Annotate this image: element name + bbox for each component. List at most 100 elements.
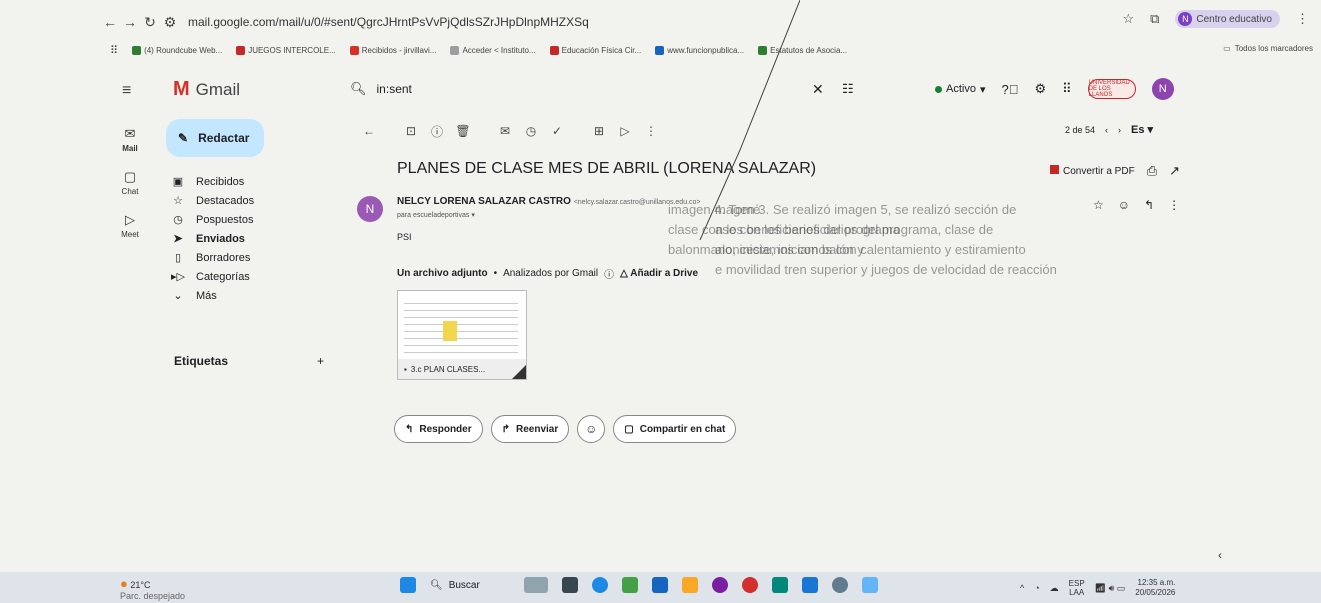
network-volume-battery[interactable]: 📶︎ 🔊︎ ▭: [1095, 583, 1126, 594]
sender-avatar: N: [357, 196, 383, 222]
tray-app-icon[interactable]: ◔: [1034, 583, 1039, 593]
clock[interactable]: 12:35 a.m. 20/05/2026: [1135, 578, 1175, 598]
forward-button[interactable]: ↱ Reenviar: [490, 415, 570, 443]
weather-widget[interactable]: ● 21°C Parc. despejado: [120, 576, 185, 601]
app-photo-icon[interactable]: [862, 577, 878, 593]
language-indicator[interactable]: ESP LAA: [1069, 579, 1085, 597]
bookmark-item[interactable]: JUEGOS INTERCOLE...: [236, 45, 336, 55]
input-tools-selector[interactable]: Es ▾: [1131, 123, 1153, 136]
attachment-thumbnail[interactable]: ▪ 3.c PLAN CLASES...: [397, 290, 527, 380]
archive-icon[interactable]: ⊡: [398, 124, 424, 138]
bookmark-item[interactable]: Recibidos - jirvillavi...: [349, 45, 436, 55]
all-bookmarks[interactable]: ▭ Todos los marcadores: [1223, 44, 1313, 53]
status-selector[interactable]: Activo ▾: [935, 83, 986, 96]
label-icon[interactable]: ▷: [612, 124, 638, 138]
cloud-app-icon[interactable]: [524, 577, 548, 593]
delete-icon[interactable]: 🗑︎: [450, 124, 476, 138]
add-label-icon[interactable]: +: [317, 354, 324, 368]
more-menu-icon[interactable]: ⋮: [1296, 11, 1309, 27]
folder-inbox[interactable]: ▣ Recibidos: [170, 172, 330, 191]
system-tray: ^ ◔ ☁ ESP LAA 📶︎ 🔊︎ ▭ 12:35 a.m. 20/05/202…: [1020, 578, 1175, 598]
next-page-icon[interactable]: ›: [1118, 125, 1121, 135]
app-blue-icon[interactable]: [802, 577, 818, 593]
prev-page-icon[interactable]: ‹: [1105, 125, 1108, 135]
address-bar[interactable]: mail.google.com/mail/u/0/#sent/QgrcJHrnt…: [188, 15, 589, 29]
copilot-icon[interactable]: [712, 577, 728, 593]
main-menu-icon[interactable]: ≡: [122, 82, 131, 100]
apps-grid-icon[interactable]: ⠿: [110, 44, 118, 57]
folder-categories[interactable]: ▸▷ Categorías: [170, 267, 330, 286]
tray-overflow-icon[interactable]: ^: [1020, 583, 1024, 593]
more-options-icon[interactable]: ⋮: [638, 124, 664, 138]
app-red-icon[interactable]: [742, 577, 758, 593]
folder-drafts[interactable]: ▯ Borradores: [170, 248, 330, 267]
emoji-button[interactable]: ☺: [577, 415, 606, 443]
reload-icon[interactable]: ↻: [140, 14, 160, 31]
back-to-list-icon[interactable]: ←: [356, 124, 382, 138]
open-new-window-icon[interactable]: ↗: [1169, 163, 1180, 179]
compose-button[interactable]: ✎ Redactar: [166, 119, 264, 157]
add-task-icon[interactable]: ✓: [544, 124, 570, 138]
google-apps-icon[interactable]: ⠿: [1062, 81, 1072, 97]
search-options-icon[interactable]: ☷: [842, 81, 854, 97]
photos-icon[interactable]: [622, 577, 638, 593]
search-icon: 🔍︎: [430, 579, 443, 591]
taskbar: ● 21°C Parc. despejado 🔍︎ Buscar ^ ◔ ☁ ES…: [0, 572, 1321, 603]
status-dot: [935, 85, 942, 93]
rail-item-mail[interactable]: ✉ Mail: [110, 126, 150, 153]
chat-icon: ▢: [123, 169, 137, 184]
page-fold-icon: [512, 365, 526, 379]
attachment-preview-highlight: [443, 321, 457, 341]
inbox-icon: ▣: [172, 176, 184, 188]
forward-icon[interactable]: →: [120, 14, 140, 30]
bookmark-item[interactable]: Educación Física Cir...: [549, 45, 641, 55]
file-explorer-icon[interactable]: [682, 577, 698, 593]
folder-starred[interactable]: ☆ Destacados: [170, 191, 330, 210]
convert-pdf-button[interactable]: Convertir a PDF: [1050, 165, 1135, 177]
profile-chip[interactable]: N Centro educativo: [1175, 10, 1280, 28]
chrome-icon[interactable]: [592, 577, 608, 593]
sender-name[interactable]: NELCY LORENA SALAZAR CASTRO: [397, 196, 571, 207]
bookmark-item[interactable]: (4) Roundcube Web...: [132, 45, 222, 55]
search-icon[interactable]: 🔍︎: [350, 81, 367, 97]
bookmark-star-icon[interactable]: ☆: [1122, 11, 1134, 27]
back-icon[interactable]: ←: [100, 14, 120, 30]
store-icon[interactable]: [652, 577, 668, 593]
folder-sent[interactable]: ➤ Enviados: [170, 229, 330, 248]
site-settings-icon[interactable]: ⚙: [160, 14, 180, 31]
extensions-icon[interactable]: ⧉: [1150, 11, 1159, 27]
mark-unread-icon[interactable]: ✉: [492, 124, 518, 138]
organization-badge[interactable]: UNIVERSIDAD DE LOS LLANOS: [1087, 79, 1136, 99]
folder-list: ▣ Recibidos ☆ Destacados ◷ Pospuestos ➤ Envi…: [170, 172, 330, 305]
folder-snoozed[interactable]: ◷ Pospuestos: [170, 210, 330, 229]
folder-more[interactable]: ⌄ Más: [170, 286, 330, 305]
print-icon[interactable]: ⎙: [1147, 163, 1157, 179]
share-chat-button[interactable]: ▢ Compartir en chat: [613, 415, 737, 443]
chevron-down-icon: ▾: [979, 83, 986, 96]
bookmark-item[interactable]: Acceder < Instituto...: [450, 45, 536, 55]
bookmark-favicon: [349, 45, 359, 55]
gmail-logo[interactable]: M Gmail: [173, 78, 240, 101]
report-spam-icon[interactable]: ⓘ: [424, 123, 450, 140]
forward-icon: ↱: [501, 423, 511, 435]
screen: ← → ↻ ⚙ mail.google.com/mail/u/0/#sent/Q…: [0, 0, 1321, 603]
search-input[interactable]: in:sent: [377, 82, 412, 96]
account-avatar[interactable]: N: [1151, 78, 1174, 100]
rail-item-chat[interactable]: ▢ Chat: [110, 169, 150, 196]
recipient-line[interactable]: para escueladeportivas ▾: [397, 211, 475, 219]
clock-icon: ◷: [173, 214, 183, 226]
rail-item-meet[interactable]: ▷ Meet: [110, 212, 150, 239]
taskbar-search[interactable]: 🔍︎ Buscar: [430, 580, 510, 591]
reply-button[interactable]: ↰ Responder: [394, 415, 483, 443]
clear-search-icon[interactable]: ✕: [812, 81, 824, 98]
windows-start-icon[interactable]: [400, 577, 416, 593]
help-icon[interactable]: ?⃝: [1002, 82, 1019, 97]
move-to-icon[interactable]: ⊞: [586, 124, 612, 138]
collapse-panel-icon[interactable]: ‹: [1218, 548, 1222, 562]
app-l-icon[interactable]: [562, 577, 578, 593]
snooze-icon[interactable]: ◷: [518, 124, 544, 138]
app-teal-icon[interactable]: [772, 577, 788, 593]
settings-icon[interactable]: ⚙: [1034, 81, 1046, 97]
settings-gear-icon[interactable]: [832, 577, 848, 593]
tray-onedrive-icon[interactable]: ☁: [1050, 583, 1059, 594]
